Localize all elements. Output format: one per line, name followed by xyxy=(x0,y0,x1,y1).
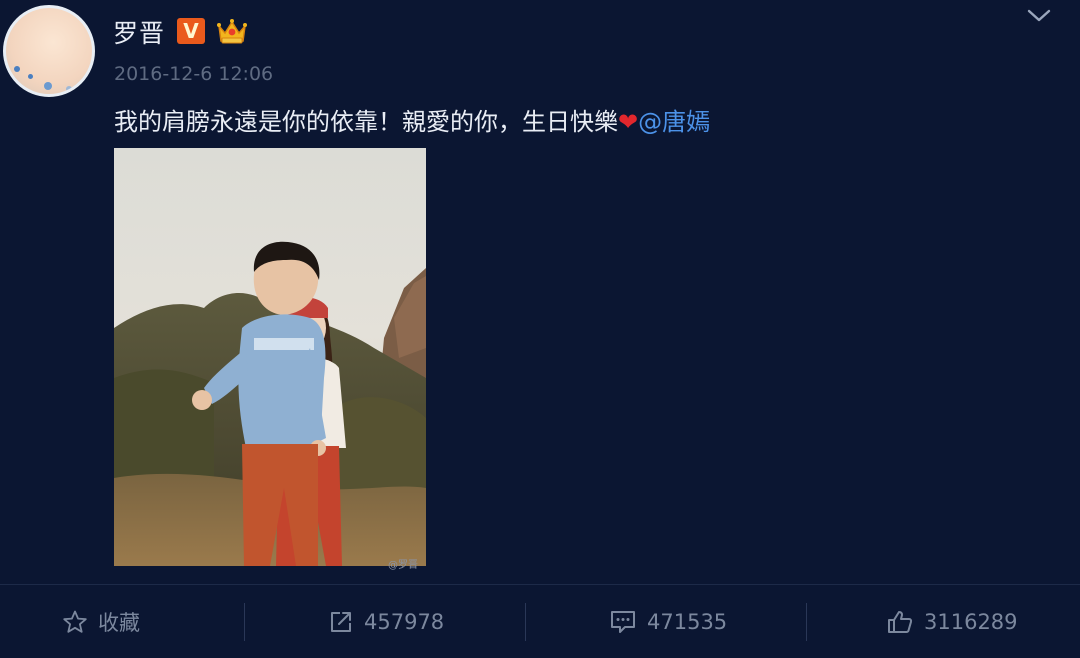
post-text: 我的肩膀永遠是你的依靠！親愛的你，生日快樂❤@唐嫣 xyxy=(114,102,710,137)
repost-button[interactable]: 457978 xyxy=(328,606,444,638)
favorite-button[interactable]: 收藏 xyxy=(62,606,140,638)
action-separator xyxy=(244,603,245,641)
comment-count: 471535 xyxy=(647,610,728,634)
avatar[interactable] xyxy=(3,5,95,97)
chevron-down-icon[interactable] xyxy=(1026,6,1052,24)
share-icon xyxy=(331,612,351,632)
author-name[interactable]: 罗晋 xyxy=(113,14,165,50)
verified-v-icon[interactable]: V xyxy=(177,18,205,44)
post-text-main: 我的肩膀永遠是你的依靠！親愛的你，生日快樂 xyxy=(114,108,618,136)
like-count: 3116289 xyxy=(924,610,1018,634)
thumbs-up-icon xyxy=(888,611,913,633)
avatar-decoration xyxy=(14,66,20,72)
favorite-label: 收藏 xyxy=(98,611,140,635)
post-timestamp[interactable]: 2016-12-6 12:06 xyxy=(114,63,273,85)
action-separator xyxy=(806,603,807,641)
action-separator xyxy=(525,603,526,641)
like-button[interactable]: 3116289 xyxy=(886,606,1018,638)
star-icon xyxy=(63,610,87,633)
avatar-decoration xyxy=(44,82,52,90)
heart-emoji: ❤ xyxy=(618,108,639,136)
avatar-decoration xyxy=(66,86,72,92)
avatar-decoration xyxy=(28,74,33,79)
post-photo[interactable] xyxy=(114,148,426,566)
photo-watermark: @罗晋 xyxy=(388,560,418,571)
mention-link[interactable]: @唐嫣 xyxy=(638,108,710,136)
comment-button[interactable]: 471535 xyxy=(609,606,727,638)
comment-icon xyxy=(611,611,635,633)
repost-count: 457978 xyxy=(364,610,445,634)
divider xyxy=(0,584,1080,585)
weibo-post: 罗晋 V 2016-12-6 12:06 我的肩膀永遠是你的依靠！親愛的你，生日… xyxy=(0,0,1080,658)
crown-icon[interactable] xyxy=(216,16,248,46)
